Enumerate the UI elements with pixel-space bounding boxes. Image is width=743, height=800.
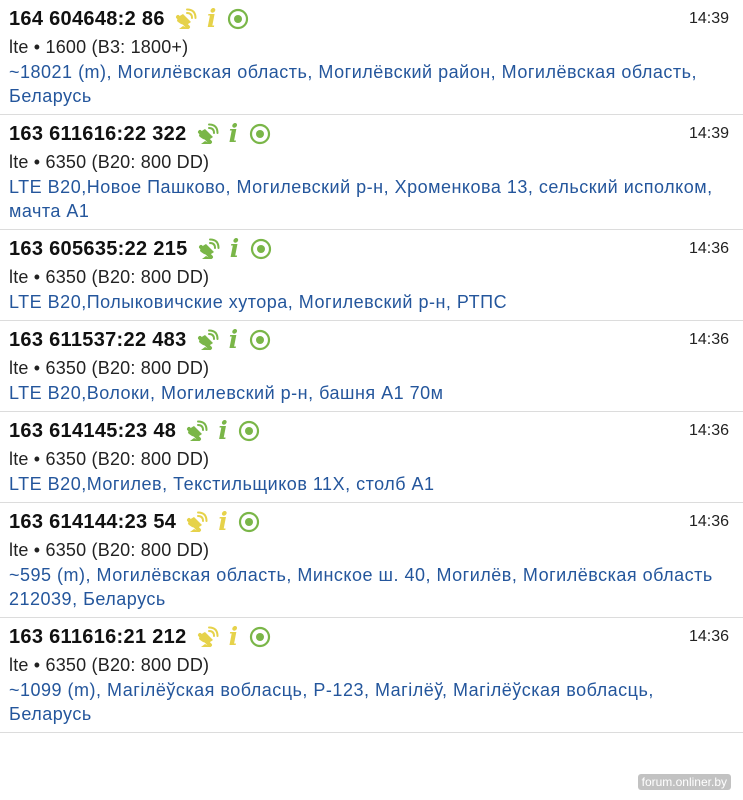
cell-id: 163 611616:22 322: [9, 122, 187, 145]
cell-item[interactable]: 163 614145:23 48 i 14:36 lte • 6350 (B20…: [0, 412, 743, 503]
cell-item[interactable]: 163 611537:22 483 i 14:36 lte • 6350 (B2…: [0, 321, 743, 412]
cell-id: 163 611616:21 212: [9, 625, 187, 648]
antenna-icon[interactable]: [197, 626, 219, 648]
cell-icons: i: [198, 236, 272, 261]
cell-id: 163 605635:22 215: [9, 237, 188, 260]
cell-time: 14:36: [688, 513, 729, 530]
info-icon[interactable]: i: [228, 236, 242, 261]
info-icon[interactable]: i: [216, 418, 230, 443]
cell-icons: i: [186, 418, 260, 443]
target-icon[interactable]: [227, 8, 249, 30]
info-icon[interactable]: i: [216, 509, 230, 534]
cell-time: 14:36: [688, 422, 729, 439]
antenna-icon[interactable]: [175, 8, 197, 30]
cell-item[interactable]: 163 611616:21 212 i 14:36 lte • 6350 (B2…: [0, 618, 743, 733]
cell-address: ~18021 (m), Могилёвская область, Могилёв…: [9, 62, 698, 106]
cell-address: LTE B20,Волоки, Могилевский р-н, башня А…: [9, 383, 444, 403]
cell-time: 14:36: [688, 240, 729, 257]
cell-time: 14:36: [688, 331, 729, 348]
cell-icons: i: [197, 327, 271, 352]
cell-time: 14:36: [688, 628, 729, 645]
cell-time: 14:39: [688, 125, 729, 142]
cell-item[interactable]: 163 614144:23 54 i 14:36 lte • 6350 (B20…: [0, 503, 743, 618]
info-icon[interactable]: i: [205, 6, 219, 31]
target-icon[interactable]: [250, 238, 272, 260]
target-icon[interactable]: [238, 420, 260, 442]
cell-time: 14:39: [688, 10, 729, 27]
cell-tech: lte • 1600 (B3: 1800+): [9, 37, 189, 57]
cell-icons: i: [197, 121, 271, 146]
target-icon[interactable]: [249, 123, 271, 145]
watermark: forum.onliner.by: [637, 774, 731, 790]
cell-address: LTE B20,Новое Пашково, Могилевский р-н, …: [9, 177, 713, 221]
cell-address: ~595 (m), Могилёвская область, Минское ш…: [9, 565, 713, 609]
cell-id: 163 614145:23 48: [9, 419, 177, 442]
cell-icons: i: [186, 509, 260, 534]
info-icon[interactable]: i: [227, 624, 241, 649]
target-icon[interactable]: [238, 511, 260, 533]
cell-item[interactable]: 164 604648:2 86 i 14:39 lte • 1600 (B3: …: [0, 0, 743, 115]
cell-icons: i: [197, 624, 271, 649]
cell-address: LTE B20,Могилев, Текстильщиков 11Х, стол…: [9, 474, 435, 494]
cell-id: 163 611537:22 483: [9, 328, 187, 351]
antenna-icon[interactable]: [186, 420, 208, 442]
cell-tech: lte • 6350 (B20: 800 DD): [9, 358, 210, 378]
cell-tech: lte • 6350 (B20: 800 DD): [9, 152, 210, 172]
cell-tech: lte • 6350 (B20: 800 DD): [9, 540, 210, 560]
cell-item[interactable]: 163 611616:22 322 i 14:39 lte • 6350 (B2…: [0, 115, 743, 230]
cell-id: 164 604648:2 86: [9, 7, 165, 30]
cell-item[interactable]: 163 605635:22 215 i 14:36 lte • 6350 (B2…: [0, 230, 743, 321]
target-icon[interactable]: [249, 626, 271, 648]
cell-id: 163 614144:23 54: [9, 510, 177, 533]
cell-tech: lte • 6350 (B20: 800 DD): [9, 449, 210, 469]
cell-list: 164 604648:2 86 i 14:39 lte • 1600 (B3: …: [0, 0, 743, 733]
antenna-icon[interactable]: [197, 123, 219, 145]
antenna-icon[interactable]: [198, 238, 220, 260]
cell-tech: lte • 6350 (B20: 800 DD): [9, 655, 210, 675]
antenna-icon[interactable]: [186, 511, 208, 533]
cell-icons: i: [175, 6, 249, 31]
cell-tech: lte • 6350 (B20: 800 DD): [9, 267, 210, 287]
target-icon[interactable]: [249, 329, 271, 351]
cell-address: LTE B20,Полыковичские хутора, Могилевски…: [9, 292, 508, 312]
info-icon[interactable]: i: [227, 121, 241, 146]
info-icon[interactable]: i: [227, 327, 241, 352]
antenna-icon[interactable]: [197, 329, 219, 351]
cell-address: ~1099 (m), Магілёўская вобласць, Р-123, …: [9, 680, 654, 724]
